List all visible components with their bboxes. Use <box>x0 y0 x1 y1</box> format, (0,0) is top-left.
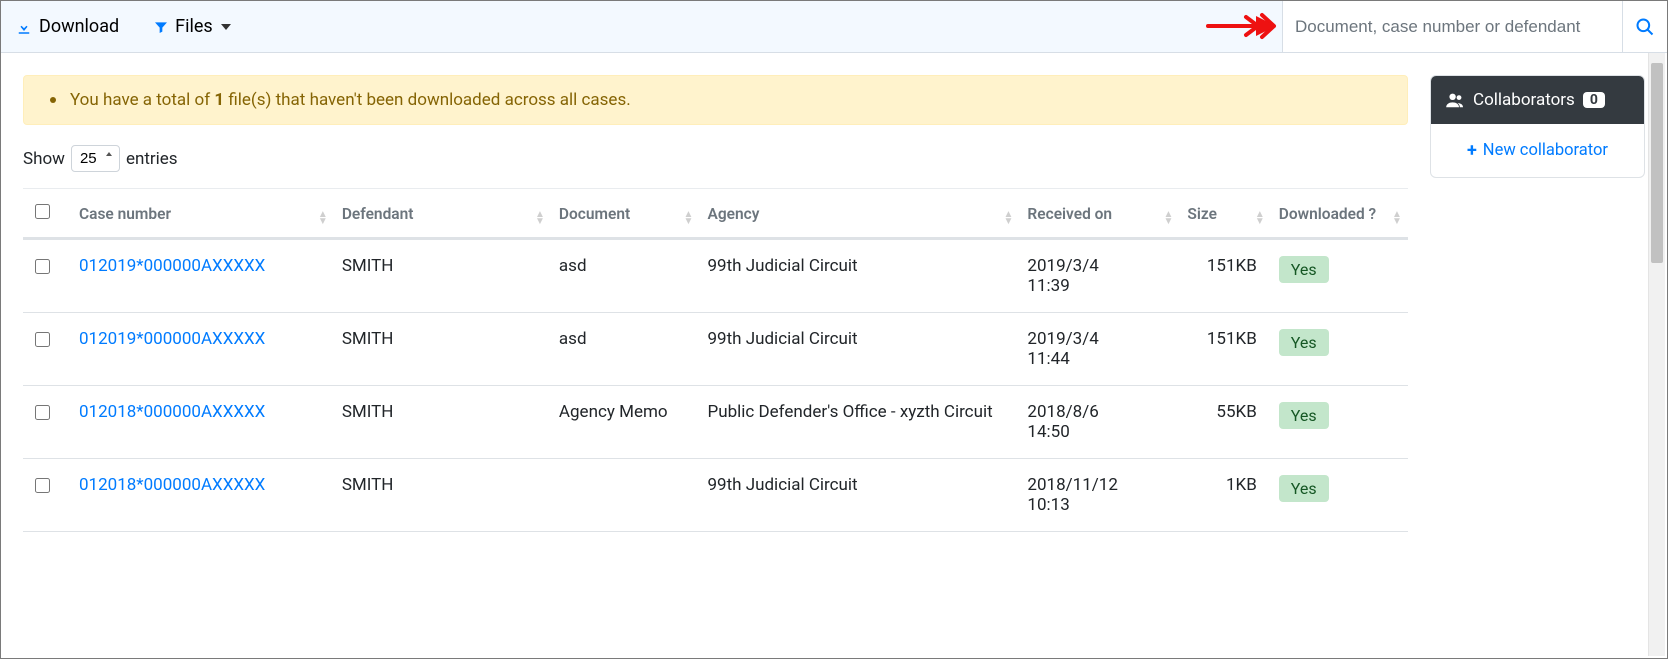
downloaded-badge: Yes <box>1279 402 1329 429</box>
vertical-scrollbar[interactable] <box>1648 53 1665 656</box>
cell-defendant: SMITH <box>334 239 551 313</box>
cell-received: 2019/3/411:39 <box>1019 239 1179 313</box>
table-row: 012019*000000AXXXXX SMITHasd99th Judicial… <box>23 239 1408 313</box>
downloaded-badge: Yes <box>1279 256 1329 283</box>
collaborators-label: Collaborators <box>1473 90 1575 110</box>
cell-agency: Public Defender's Office - xyzth Circuit <box>699 386 1019 459</box>
select-all-checkbox[interactable] <box>35 204 50 219</box>
search-input[interactable] <box>1282 1 1622 52</box>
col-document[interactable]: Document <box>551 189 700 239</box>
new-collaborator-label: New collaborator <box>1483 141 1608 160</box>
row-checkbox[interactable] <box>35 332 50 347</box>
search-icon <box>1635 17 1655 37</box>
undownloaded-alert: You have a total of 1 file(s) that haven… <box>23 75 1408 125</box>
collaborators-count: 0 <box>1583 92 1605 108</box>
cell-size: 1KB <box>1179 459 1270 532</box>
entries-select[interactable]: 25 <box>71 145 120 172</box>
plus-icon: + <box>1467 140 1477 161</box>
col-size[interactable]: Size <box>1179 189 1270 239</box>
cell-size: 55KB <box>1179 386 1270 459</box>
case-number-link[interactable]: 012018*000000AXXXXX <box>79 475 265 495</box>
row-checkbox[interactable] <box>35 259 50 274</box>
col-downloaded[interactable]: Downloaded ? <box>1271 189 1408 239</box>
cell-defendant: SMITH <box>334 313 551 386</box>
filter-icon <box>153 19 169 35</box>
cell-size: 151KB <box>1179 313 1270 386</box>
download-button[interactable]: Download <box>11 10 123 43</box>
cell-document: Agency Memo <box>551 386 700 459</box>
case-number-link[interactable]: 012018*000000AXXXXX <box>79 402 265 422</box>
downloaded-badge: Yes <box>1279 475 1329 502</box>
files-dropdown[interactable]: Files <box>149 10 235 43</box>
cell-received: 2019/3/411:44 <box>1019 313 1179 386</box>
search-button[interactable] <box>1622 1 1667 52</box>
show-label: Show <box>23 149 65 169</box>
table-row: 012018*000000AXXXXX SMITHAgency MemoPubli… <box>23 386 1408 459</box>
cell-defendant: SMITH <box>334 459 551 532</box>
downloaded-badge: Yes <box>1279 329 1329 356</box>
cell-agency: 99th Judicial Circuit <box>699 239 1019 313</box>
scrollbar-thumb[interactable] <box>1651 63 1663 263</box>
download-icon <box>15 18 33 36</box>
bullet-icon <box>50 97 56 103</box>
cell-defendant: SMITH <box>334 386 551 459</box>
col-agency[interactable]: Agency <box>699 189 1019 239</box>
cell-agency: 99th Judicial Circuit <box>699 313 1019 386</box>
entries-label: entries <box>126 149 178 169</box>
alert-prefix: You have a total of <box>70 90 214 110</box>
cell-agency: 99th Judicial Circuit <box>699 459 1019 532</box>
collaborators-card: Collaborators 0 + New collaborator <box>1430 75 1645 178</box>
documents-table: Case number Defendant Document Agency Re… <box>23 188 1408 532</box>
col-defendant[interactable]: Defendant <box>334 189 551 239</box>
row-checkbox[interactable] <box>35 478 50 493</box>
cell-document: asd <box>551 239 700 313</box>
download-label: Download <box>39 16 119 37</box>
cell-document: asd <box>551 313 700 386</box>
cell-size: 151KB <box>1179 239 1270 313</box>
files-label: Files <box>175 16 213 37</box>
cell-document <box>551 459 700 532</box>
chevron-down-icon <box>221 24 231 30</box>
alert-suffix: file(s) that haven't been downloaded acr… <box>224 90 631 110</box>
cell-received: 2018/11/1210:13 <box>1019 459 1179 532</box>
table-row: 012018*000000AXXXXX SMITH 99th Judicial Ci… <box>23 459 1408 532</box>
cell-received: 2018/8/614:50 <box>1019 386 1179 459</box>
collaborators-header[interactable]: Collaborators 0 <box>1431 76 1644 124</box>
case-number-link[interactable]: 012019*000000AXXXXX <box>79 256 265 276</box>
table-row: 012019*000000AXXXXX SMITHasd99th Judicial… <box>23 313 1408 386</box>
case-number-link[interactable]: 012019*000000AXXXXX <box>79 329 265 349</box>
users-icon <box>1445 92 1465 108</box>
top-toolbar: Download Files <box>1 1 1667 53</box>
arrow-annotation-icon <box>1206 11 1278 41</box>
row-checkbox[interactable] <box>35 405 50 420</box>
alert-count: 1 <box>214 90 224 110</box>
col-case-number[interactable]: Case number <box>71 189 334 239</box>
entries-control: Show 25 entries <box>23 145 1408 172</box>
new-collaborator-button[interactable]: + New collaborator <box>1443 140 1632 161</box>
col-received[interactable]: Received on <box>1019 189 1179 239</box>
